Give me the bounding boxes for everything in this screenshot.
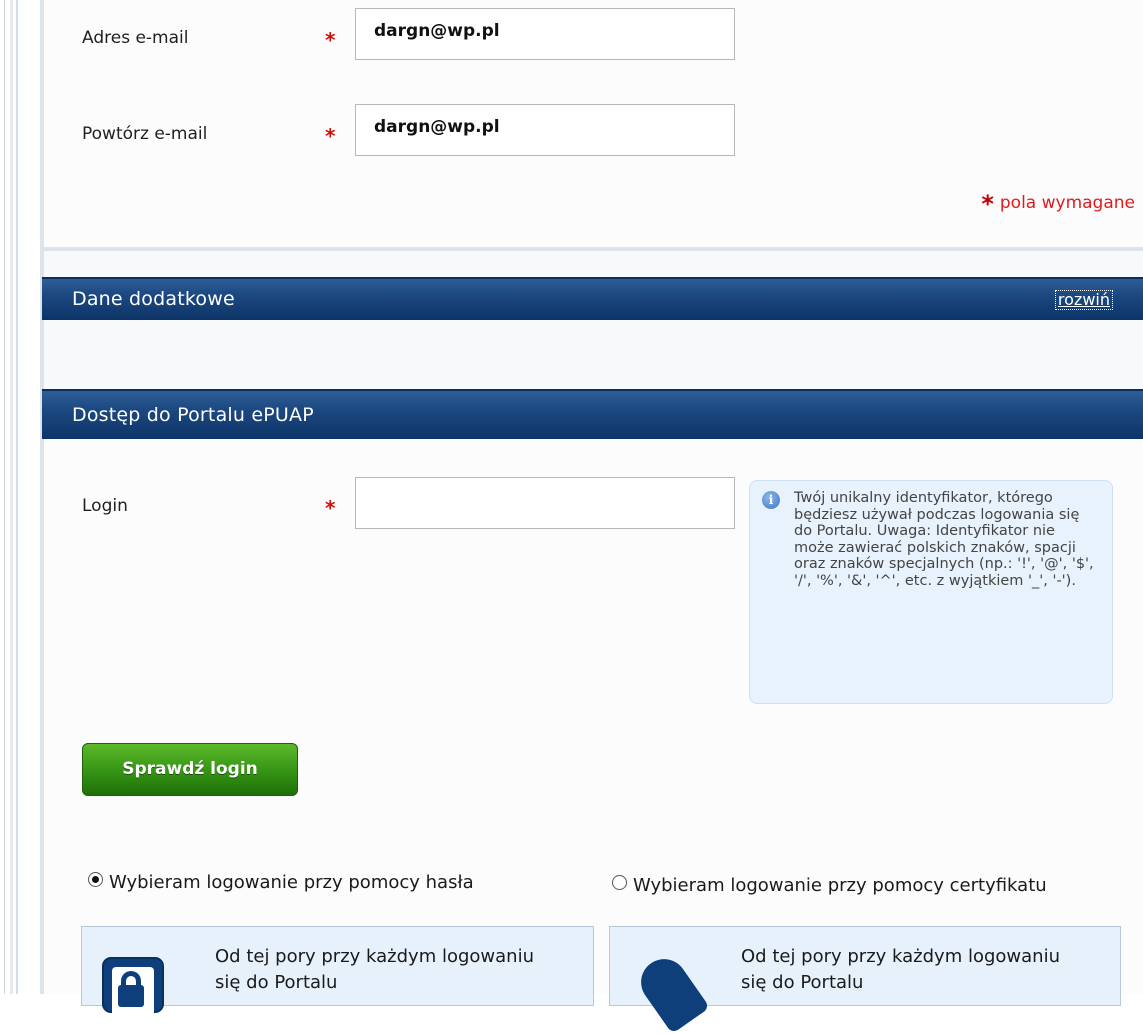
- email-label: Adres e-mail: [82, 28, 189, 48]
- rail-line: [10, 0, 13, 994]
- login-info-text: Twój unikalny identyfikator, którego będ…: [794, 490, 1094, 589]
- info-icon: i: [762, 491, 780, 509]
- lock-icon: [102, 957, 164, 1017]
- required-note-text: pola wymagane: [999, 193, 1135, 213]
- page-left-rail: [0, 0, 18, 994]
- login-label: Login: [82, 496, 128, 516]
- option-description: Od tej pory przy każdym logowaniu się do…: [215, 946, 534, 993]
- portal-access-header: Dostęp do Portalu ePUAP: [42, 389, 1143, 439]
- section-title: Dostęp do Portalu ePUAP: [72, 404, 314, 426]
- password-option-box: Od tej pory przy każdym logowaniu się do…: [81, 926, 594, 1017]
- rail-line: [4, 0, 5, 994]
- email-field[interactable]: dargn@wp.pl: [355, 8, 735, 60]
- certificate-option-box: Od tej pory przy każdym logowaniu się do…: [609, 926, 1121, 1034]
- required-marker: *: [325, 496, 336, 520]
- required-marker: *: [325, 28, 336, 52]
- radio-unselected-icon[interactable]: [612, 875, 627, 890]
- repeat-email-field[interactable]: dargn@wp.pl: [355, 104, 735, 156]
- option-label: Wybieram logowanie przy pomocy certyfika…: [633, 875, 1047, 896]
- certificate-icon: [630, 947, 710, 1034]
- login-info-box: i Twój unikalny identyfikator, którego b…: [749, 480, 1113, 704]
- radio-selected-icon[interactable]: [88, 872, 103, 887]
- section-title: Dane dodatkowe: [72, 288, 235, 310]
- check-login-button[interactable]: Sprawdź login: [82, 743, 298, 796]
- option-description: Od tej pory przy każdym logowaniu się do…: [741, 946, 1060, 993]
- certificate-login-option[interactable]: Wybieram logowanie przy pomocy certyfika…: [612, 872, 1052, 899]
- required-marker: *: [325, 124, 336, 148]
- additional-data-header: Dane dodatkowe rozwiń: [42, 277, 1143, 320]
- required-marker: *: [981, 190, 994, 218]
- required-fields-note: * pola wymagane: [981, 190, 1135, 218]
- password-login-option[interactable]: Wybieram logowanie przy pomocy hasła: [88, 872, 474, 893]
- login-input[interactable]: [355, 477, 735, 529]
- option-label: Wybieram logowanie przy pomocy hasła: [109, 872, 474, 893]
- repeat-email-label: Powtórz e-mail: [82, 124, 208, 144]
- expand-link[interactable]: rozwiń: [1054, 290, 1113, 310]
- rail-line: [16, 0, 18, 994]
